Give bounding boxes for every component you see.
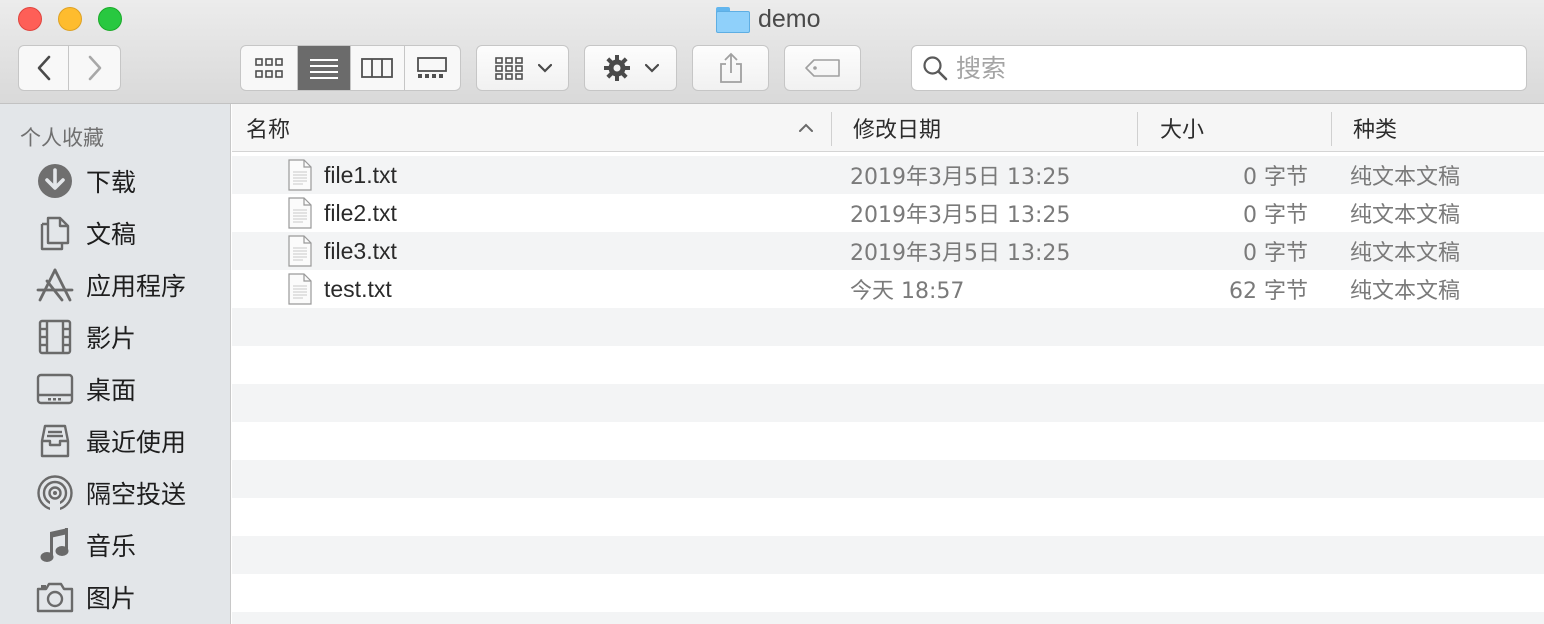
recents-icon [36, 422, 74, 460]
chevron-down-icon [644, 63, 659, 73]
gallery-view-button[interactable] [405, 46, 460, 90]
view-mode-control [240, 45, 461, 91]
column-header: 名称 修改日期 大小 种类 [232, 104, 1544, 152]
gear-icon [603, 55, 630, 81]
action-menu-button[interactable] [584, 45, 677, 91]
film-icon [36, 318, 74, 356]
airdrop-icon [36, 474, 74, 512]
group-by-button[interactable] [476, 45, 569, 91]
close-window-button[interactable] [18, 7, 42, 31]
share-button[interactable] [692, 45, 769, 91]
table-row[interactable]: file1.txt 2019年3月5日 13:25 0 字节 纯文本文稿 [232, 156, 1544, 194]
camera-icon [36, 578, 74, 616]
forward-button[interactable] [69, 46, 120, 90]
back-forward-control [18, 45, 121, 91]
file-modified: 2019年3月5日 13:25 [850, 241, 1071, 266]
file-kind: 纯文本文稿 [1350, 165, 1461, 190]
sidebar-item-label: 文稿 [86, 220, 137, 249]
applications-icon [36, 266, 74, 304]
file-kind: 纯文本文稿 [1350, 279, 1461, 304]
sidebar-section-favorites: 个人收藏 [20, 126, 104, 150]
chevron-right-icon [88, 55, 101, 81]
icon-view-button[interactable] [241, 46, 299, 90]
window-title: demo [716, 4, 821, 34]
documents-icon [36, 214, 74, 252]
sidebar-item-desktop[interactable]: 桌面 [36, 367, 136, 411]
file-size: 62 字节 [1229, 279, 1308, 304]
column-divider[interactable] [831, 112, 832, 146]
tag-icon [804, 59, 840, 77]
file-modified: 2019年3月5日 13:25 [850, 203, 1071, 228]
table-row[interactable]: file2.txt 2019年3月5日 13:25 0 字节 纯文本文稿 [232, 194, 1544, 232]
chevron-left-icon [37, 55, 50, 81]
tag-button[interactable] [784, 45, 861, 91]
document-icon [288, 194, 312, 232]
sidebar: 个人收藏 下载 文稿 应用程序 影片 桌面 最近使用 隔空投送 音乐 图片 [0, 104, 231, 624]
file-size: 0 字节 [1243, 165, 1308, 190]
music-icon [36, 526, 74, 564]
sidebar-item-movies[interactable]: 影片 [36, 315, 136, 359]
window-title-text: demo [758, 4, 821, 33]
zoom-window-button[interactable] [98, 7, 122, 31]
sidebar-item-recents[interactable]: 最近使用 [36, 419, 186, 463]
sidebar-item-label: 应用程序 [86, 272, 187, 301]
file-kind: 纯文本文稿 [1350, 241, 1461, 266]
table-row[interactable]: test.txt 今天 18:57 62 字节 纯文本文稿 [232, 270, 1544, 308]
list-icon [310, 59, 339, 79]
file-modified: 今天 18:57 [850, 279, 965, 304]
sort-ascending-icon[interactable] [798, 122, 814, 133]
sidebar-item-downloads[interactable]: 下载 [36, 159, 136, 203]
table-row[interactable]: file3.txt 2019年3月5日 13:25 0 字节 纯文本文稿 [232, 232, 1544, 270]
sidebar-item-label: 音乐 [86, 532, 137, 561]
search-input[interactable] [956, 53, 1516, 83]
sidebar-item-pictures[interactable]: 图片 [36, 575, 136, 619]
document-icon [288, 270, 312, 308]
sidebar-item-airdrop[interactable]: 隔空投送 [36, 471, 186, 515]
columns-icon [361, 58, 394, 78]
desktop-icon [36, 370, 74, 408]
file-name: file1.txt [324, 161, 397, 188]
document-icon [288, 156, 312, 194]
file-name: file2.txt [324, 199, 397, 226]
document-icon [288, 232, 312, 270]
grid-icon [255, 58, 284, 78]
column-header-size[interactable]: 大小 [1160, 104, 1204, 152]
finder-window: demo 搜索 个人收藏 下载 文稿 应用程序 影片 桌面 最近使用 隔空投送 … [0, 0, 1544, 624]
share-icon [719, 52, 742, 83]
column-divider[interactable] [1137, 112, 1138, 146]
file-size: 0 字节 [1243, 241, 1308, 266]
sidebar-item-label: 图片 [86, 584, 137, 613]
chevron-down-icon [537, 63, 552, 73]
column-header-kind[interactable]: 种类 [1353, 104, 1397, 152]
file-size: 0 字节 [1243, 203, 1308, 228]
sidebar-item-label: 下载 [86, 168, 137, 197]
sidebar-item-documents[interactable]: 文稿 [36, 211, 136, 255]
sidebar-item-label: 影片 [86, 324, 137, 353]
group-grid-icon [494, 57, 523, 80]
search-field[interactable] [911, 45, 1527, 91]
minimize-window-button[interactable] [58, 7, 82, 31]
titlebar: demo [0, 0, 1544, 104]
sidebar-item-label: 隔空投送 [86, 480, 187, 509]
download-icon [36, 162, 74, 200]
sidebar-item-applications[interactable]: 应用程序 [36, 263, 186, 307]
file-list: file1.txt 2019年3月5日 13:25 0 字节 纯文本文稿 fil… [232, 156, 1544, 624]
file-kind: 纯文本文稿 [1350, 203, 1461, 228]
sidebar-item-label: 桌面 [86, 376, 137, 405]
folder-icon [716, 7, 750, 33]
search-icon [923, 56, 948, 81]
file-name: file3.txt [324, 237, 397, 264]
column-view-button[interactable] [351, 46, 405, 90]
column-header-name[interactable]: 名称 [246, 104, 290, 152]
sidebar-item-label: 最近使用 [86, 428, 187, 457]
file-name: test.txt [324, 275, 392, 302]
column-divider[interactable] [1331, 112, 1332, 146]
file-modified: 2019年3月5日 13:25 [850, 165, 1071, 190]
list-view-button[interactable] [298, 46, 351, 90]
column-header-modified[interactable]: 修改日期 [853, 104, 941, 152]
gallery-icon [417, 57, 448, 78]
back-button[interactable] [19, 46, 70, 90]
sidebar-item-music[interactable]: 音乐 [36, 523, 136, 567]
